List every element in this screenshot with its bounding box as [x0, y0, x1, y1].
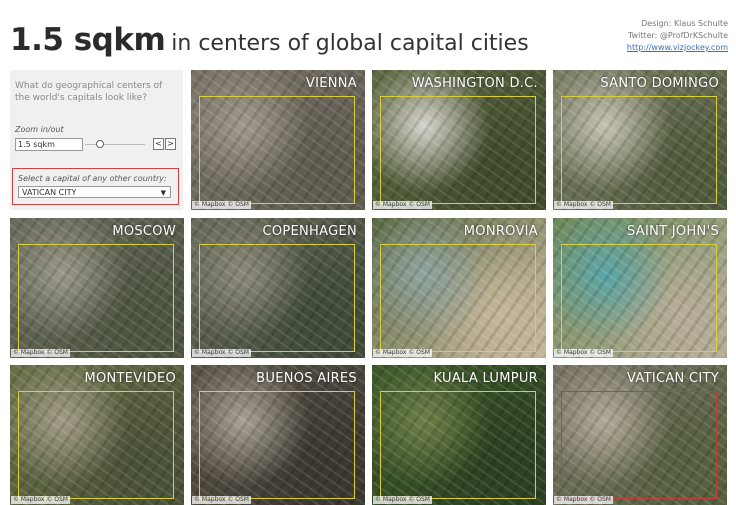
city-tile[interactable]: SAINT JOHN'S © Mapbox © OSM [553, 218, 727, 358]
slider-track [85, 144, 145, 145]
capital-select-label: Select a capital of any other country: [18, 174, 167, 183]
capital-selector: Select a capital of any other country: V… [12, 168, 179, 205]
city-tile[interactable]: MONROVIA © Mapbox © OSM [372, 218, 546, 358]
area-frame [199, 96, 355, 204]
slider-knob[interactable] [96, 140, 104, 148]
map-attribution: © Mapbox © OSM [192, 496, 251, 504]
intro-question: What do geographical centers of the worl… [15, 81, 163, 103]
city-tile[interactable]: MONTEVIDEO © Mapbox © OSM [10, 365, 184, 505]
map-attribution: © Mapbox © OSM [554, 349, 613, 357]
zoom-slider[interactable] [85, 139, 145, 149]
city-name: KUALA LUMPUR [433, 371, 538, 386]
capital-dropdown-value: VATICAN CITY [22, 188, 77, 197]
zoom-prev-button[interactable]: < [153, 138, 164, 150]
area-frame [561, 391, 717, 499]
map-attribution: © Mapbox © OSM [11, 496, 70, 504]
city-name: BUENOS AIRES [256, 371, 357, 386]
city-tile[interactable]: COPENHAGEN © Mapbox © OSM [191, 218, 365, 358]
map-attribution: © Mapbox © OSM [192, 201, 251, 209]
city-tile[interactable]: SANTO DOMINGO © Mapbox © OSM [553, 70, 727, 210]
city-name: MONROVIA [463, 224, 538, 239]
city-tile[interactable]: VIENNA © Mapbox © OSM [191, 70, 365, 210]
map-attribution: © Mapbox © OSM [373, 201, 432, 209]
zoom-label: Zoom in/out [15, 125, 64, 134]
zoom-next-button[interactable]: > [165, 138, 176, 150]
city-name: WASHINGTON D.C. [411, 76, 538, 91]
area-frame [199, 244, 355, 352]
map-attribution: © Mapbox © OSM [192, 349, 251, 357]
map-attribution: © Mapbox © OSM [554, 201, 613, 209]
credit-design: Design: Klaus Schulte [641, 19, 728, 28]
map-attribution: © Mapbox © OSM [373, 496, 432, 504]
area-frame [561, 96, 717, 204]
city-name: SAINT JOHN'S [626, 224, 719, 239]
title-subtitle: in centers of global capital cities [171, 31, 529, 56]
city-tile[interactable]: MOSCOW © Mapbox © OSM [10, 218, 184, 358]
city-name: SANTO DOMINGO [600, 76, 719, 91]
city-tile[interactable]: VATICAN CITY © Mapbox © OSM [553, 365, 727, 505]
area-frame [380, 391, 536, 499]
area-frame [18, 244, 174, 352]
control-panel: What do geographical centers of the worl… [10, 70, 183, 210]
area-frame [380, 96, 536, 204]
zoom-input[interactable]: 1.5 sqkm [15, 138, 83, 151]
credit-twitter: Twitter: @ProfDrKSchulte [627, 31, 728, 40]
city-name: MOSCOW [112, 224, 176, 239]
area-frame [561, 244, 717, 352]
credits: Design: Klaus Schulte Twitter: @ProfDrKS… [627, 18, 728, 54]
credit-link[interactable]: http://www.vizjockey.com [627, 42, 728, 54]
title-area: 1.5 sqkm [10, 22, 166, 58]
chevron-down-icon: ▼ [160, 189, 166, 197]
city-name: MONTEVIDEO [84, 371, 176, 386]
city-name: VATICAN CITY [627, 371, 719, 386]
city-tile[interactable]: BUENOS AIRES © Mapbox © OSM [191, 365, 365, 505]
city-tile[interactable]: WASHINGTON D.C. © Mapbox © OSM [372, 70, 546, 210]
area-frame [18, 391, 174, 499]
map-attribution: © Mapbox © OSM [373, 349, 432, 357]
area-frame [199, 391, 355, 499]
page-title: 1.5 sqkm in centers of global capital cit… [10, 22, 529, 58]
area-frame [380, 244, 536, 352]
city-name: VIENNA [305, 76, 357, 91]
capital-dropdown[interactable]: VATICAN CITY ▼ [18, 186, 171, 198]
map-attribution: © Mapbox © OSM [554, 496, 613, 504]
city-name: COPENHAGEN [262, 224, 357, 239]
city-tile[interactable]: KUALA LUMPUR © Mapbox © OSM [372, 365, 546, 505]
map-attribution: © Mapbox © OSM [11, 349, 70, 357]
